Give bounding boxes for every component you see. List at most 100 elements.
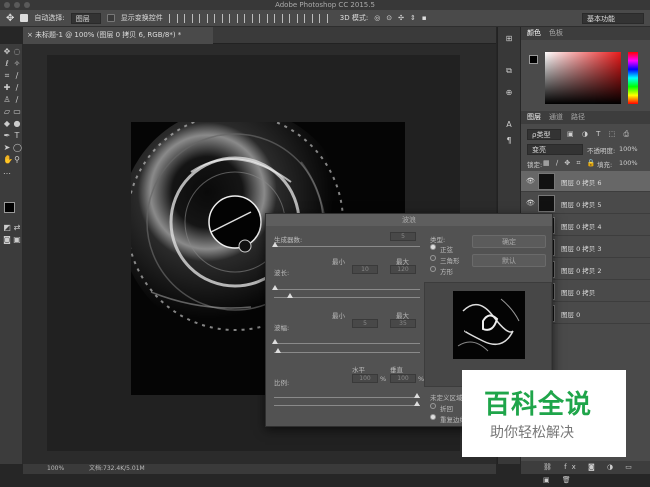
type-tool-icon[interactable]: T [13,132,21,140]
visibility-eye-icon[interactable]: 👁 [526,199,535,207]
eraser-tool-icon[interactable]: ▱ [3,108,11,116]
default-button[interactable]: 默认 [472,254,546,267]
tab-color[interactable]: 颜色 [527,27,541,40]
lock-icons[interactable]: ▦ ∕ ✥ ⌗ 🔒 [543,159,597,168]
ok-button[interactable]: 确定 [472,235,546,248]
properties-panel-icon[interactable]: ⧉ [505,67,513,75]
crop-tool-icon[interactable]: ⌗ [3,72,11,80]
visibility-eye-icon[interactable]: 👁 [526,177,535,185]
slider-knob[interactable] [272,242,278,247]
type-triangle-radio[interactable] [430,255,436,261]
align-middle-icon[interactable] [183,13,193,23]
type-sine-radio[interactable] [430,244,436,250]
wavelength-max-input[interactable]: 120 [390,265,416,274]
align-right-icon[interactable] [243,13,253,23]
tab-swatches[interactable]: 色板 [549,27,563,40]
auto-select-checkbox[interactable] [20,14,29,22]
eyedropper-tool-icon[interactable]: ∕ [13,72,21,80]
adjustments-panel-icon[interactable]: ⊕ [505,89,513,97]
move-tool-icon[interactable]: ✥ [3,48,11,56]
layer-filter-icons[interactable]: ▣ ◑ T ⬚ ⎙ [567,130,632,139]
marquee-tool-icon[interactable]: ◌ [13,48,21,56]
layer-row[interactable]: 👁 图层 0 拷贝 6 [521,171,650,192]
document-info[interactable]: 文档:732.4K/5.01M [89,464,145,474]
align-top-icon[interactable] [168,13,178,23]
fill-value[interactable]: 100% [619,159,638,167]
slider-knob[interactable] [287,293,293,298]
magic-wand-tool-icon[interactable]: ✧ [13,60,21,68]
document-tab[interactable]: × 未标题-1 @ 100% (图层 0 拷贝 6, RGB/8*) * [23,27,213,44]
zoom-tool-icon[interactable]: ⚲ [13,156,21,164]
color-picker-field[interactable] [545,52,621,104]
wavelength-min-input[interactable]: 10 [352,265,378,274]
lasso-tool-icon[interactable]: ℓ [3,60,11,68]
close-tab-icon[interactable]: × [27,27,33,44]
slider-knob[interactable] [414,393,420,398]
type-square-radio[interactable] [430,266,436,272]
pan-3d-icon[interactable]: ✣ [398,14,404,22]
paragraph-panel-icon[interactable]: ¶ [505,137,513,145]
slide-3d-icon[interactable]: ⇕ [410,14,416,22]
align-left-icon[interactable] [213,13,223,23]
hand-tool-icon[interactable]: ✋ [3,156,13,164]
blend-mode-dropdown[interactable]: 变亮 [527,144,583,155]
generators-slider[interactable] [274,246,420,247]
scale-horizontal-input[interactable]: 100 [352,374,378,383]
distribute-left-icon[interactable] [303,13,313,23]
distribute-top-icon[interactable] [258,13,268,23]
align-bottom-icon[interactable] [198,13,208,23]
hue-slider[interactable] [628,52,638,104]
align-center-icon[interactable] [228,13,238,23]
amplitude-min-slider[interactable] [274,343,420,344]
path-selection-tool-icon[interactable]: ➤ [3,144,11,152]
shape-tool-icon[interactable]: ◯ [13,144,22,152]
distribute-middle-icon[interactable] [273,13,283,23]
wavelength-max-slider[interactable] [274,297,420,298]
history-brush-tool-icon[interactable]: ∕ [13,96,21,104]
wavelength-min-slider[interactable] [274,289,420,290]
brush-tool-icon[interactable]: ∕ [13,84,21,92]
opacity-value[interactable]: 100% [619,145,638,153]
pen-tool-icon[interactable]: ✒ [3,132,11,140]
scale-3d-icon[interactable]: ▪ [422,14,427,22]
screen-mode-icon[interactable]: ▣ [13,236,21,244]
clone-stamp-tool-icon[interactable]: ♙ [3,96,11,104]
wrap-around-radio[interactable] [430,403,436,409]
window-controls[interactable] [4,2,30,8]
color-panel-foreground[interactable] [529,55,538,64]
amplitude-min-input[interactable]: 5 [352,319,378,328]
zoom-level[interactable]: 100% [47,464,64,474]
slider-knob[interactable] [275,348,281,353]
layer-filter-dropdown[interactable]: ρ类型 [527,129,561,140]
workspace-dropdown[interactable]: 基本功能 [582,13,644,24]
tab-paths[interactable]: 路径 [571,111,585,124]
gradient-tool-icon[interactable]: ▭ [13,108,21,116]
repeat-edge-radio[interactable] [430,414,436,420]
blur-tool-icon[interactable]: ◆ [3,120,11,128]
show-transform-checkbox[interactable] [106,14,115,22]
layer-row[interactable]: 👁 图层 0 拷贝 5 [521,193,650,214]
move-tool-icon[interactable]: ✥ [6,13,14,24]
history-panel-icon[interactable]: ⊞ [505,35,513,43]
default-colors-icon[interactable]: ◩ [3,224,11,232]
distribute-bottom-icon[interactable] [288,13,298,23]
scale-vertical-slider[interactable] [274,405,420,406]
character-panel-icon[interactable]: A [505,121,513,129]
slider-knob[interactable] [414,401,420,406]
roll-3d-icon[interactable]: ⊙ [386,14,392,22]
auto-select-dropdown[interactable]: 图层 [70,12,101,24]
amplitude-max-slider[interactable] [274,352,420,353]
amplitude-max-input[interactable]: 35 [390,319,416,328]
distribute-center-icon[interactable] [318,13,328,23]
healing-brush-tool-icon[interactable]: ✚ [3,84,11,92]
swap-colors-icon[interactable]: ⇄ [13,224,21,232]
dodge-tool-icon[interactable]: ● [13,120,21,128]
quick-mask-icon[interactable]: ◙ [3,236,11,244]
layers-panel-footer[interactable]: ⛓ fx ◙ ◑ ▭ ▣ 🗑 [521,461,650,484]
more-tools-icon[interactable]: … [3,168,11,176]
generators-input[interactable]: 5 [390,232,416,241]
scale-horizontal-slider[interactable] [274,397,420,398]
slider-knob[interactable] [272,339,278,344]
scale-vertical-input[interactable]: 100 [390,374,416,383]
tab-layers[interactable]: 图层 [527,111,541,124]
